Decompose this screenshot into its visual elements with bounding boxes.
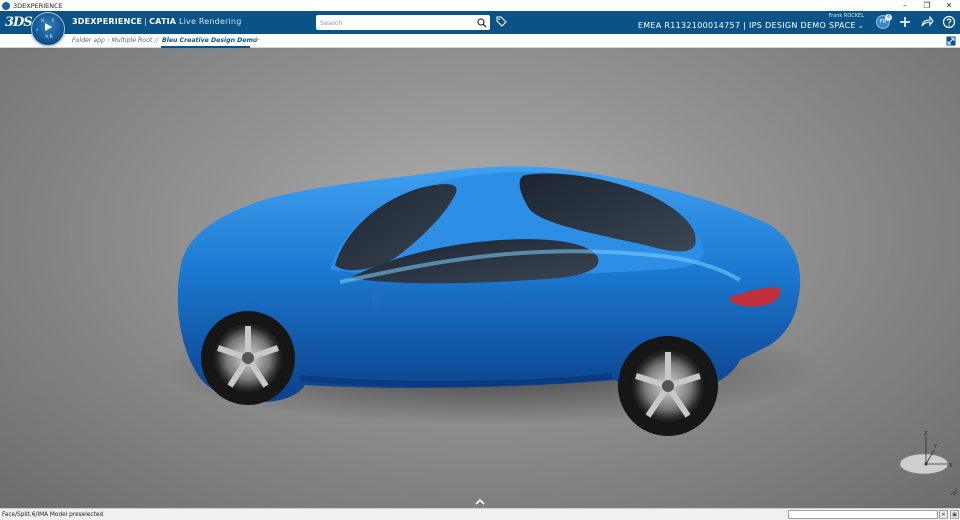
window-title: 3DEXPERIENCE [13, 1, 63, 10]
restore-button[interactable]: ❐ [916, 0, 938, 11]
tabs-bar: Folder app › Multiple Root// Bleu Creative… [0, 34, 960, 48]
axis-y-label: Y [933, 444, 938, 450]
rear-wheel [618, 336, 718, 436]
avatar[interactable]: FR 4 [876, 14, 892, 29]
tab-active[interactable]: Bleu Creative Design Demo [162, 37, 257, 44]
collab-space-selector[interactable]: EMEA R1132100014757 | IPS DESIGN DEMO SP… [638, 21, 864, 30]
add-tab-button[interactable]: + [253, 35, 261, 45]
notification-badge: 4 [885, 14, 892, 21]
space-label: EMEA R1132100014757 | IPS DESIGN DEMO SP… [637, 21, 856, 30]
play-icon [45, 23, 52, 31]
search-icon[interactable] [477, 17, 487, 28]
user-name: Frank ROCKEL [828, 13, 864, 19]
add-icon[interactable] [898, 15, 912, 29]
search-input[interactable] [316, 18, 477, 27]
brand-sub: Live Rendering [178, 17, 242, 26]
car-model[interactable] [0, 48, 960, 508]
brand-app: CATIA [149, 17, 177, 26]
chevron-up-icon[interactable] [474, 498, 486, 506]
brand-main: 3DEXPERIENCE [72, 17, 143, 26]
top-bar: 3DS 3DEXPERIENCE|CATIA Live Rendering Fr… [0, 11, 960, 34]
compass-button[interactable]: N E » V,R [31, 12, 65, 46]
axis-x-label: X [949, 463, 953, 469]
tag-icon[interactable] [496, 16, 507, 27]
front-wheel [201, 311, 295, 405]
breadcrumb-item[interactable]: Folder app [72, 37, 105, 44]
minimize-button[interactable]: – [894, 0, 916, 11]
brand-title: 3DEXPERIENCE | CATIA Live Rendering [72, 17, 242, 26]
axis-z-label: Z [924, 431, 928, 437]
chevron-down-icon[interactable]: ⌄ [858, 22, 864, 30]
expand-icon[interactable] [946, 36, 956, 46]
ds-logo[interactable]: 3DS [5, 15, 33, 30]
share-icon[interactable] [920, 15, 934, 29]
close-button[interactable]: ✕ [938, 0, 960, 11]
clear-button[interactable]: ✕ [939, 510, 948, 519]
window-titlebar: 3DEXPERIENCE – ❐ ✕ [0, 0, 960, 11]
compass-version: V,R [45, 35, 53, 40]
status-text: Face/Split.6/IMA Model preselected [2, 511, 104, 518]
3d-viewport[interactable]: Z X Y [0, 48, 960, 508]
status-bar: Face/Split.6/IMA Model preselected ✕ ▣ [0, 508, 960, 520]
breadcrumb-item[interactable]: Multiple Root [111, 37, 152, 44]
command-input[interactable] [788, 510, 938, 519]
help-icon[interactable] [942, 15, 956, 29]
breadcrumb: Folder app › Multiple Root// [72, 37, 159, 44]
search-box[interactable] [316, 15, 490, 30]
app-icon [2, 1, 10, 10]
lock-icon[interactable]: ▣ [950, 510, 959, 519]
orientation-triad[interactable]: Z X Y [896, 428, 956, 484]
resize-grip-icon[interactable] [950, 488, 958, 496]
